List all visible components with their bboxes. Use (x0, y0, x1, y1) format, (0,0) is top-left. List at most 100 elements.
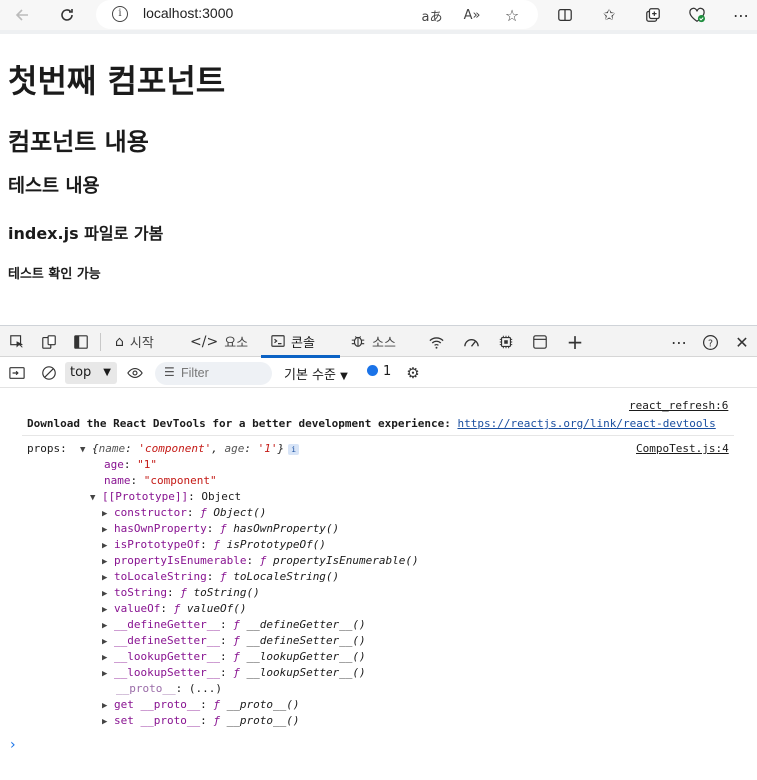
prototype-member[interactable]: ▶ constructor: ƒ Object() (102, 506, 266, 519)
expand-triangle-icon[interactable]: ▼ (80, 445, 92, 455)
close-devtools-icon[interactable]: ✕ (731, 331, 753, 353)
performance-gauge-icon[interactable] (460, 331, 482, 353)
translate-icon[interactable]: aあ (421, 4, 443, 26)
expand-triangle-icon[interactable]: ▶ (102, 669, 114, 679)
filter-input[interactable]: ☰ Filter (155, 362, 272, 385)
expand-triangle-icon[interactable]: ▶ (102, 653, 114, 663)
expand-triangle-icon[interactable]: ▶ (102, 589, 114, 599)
prop-age-key: age (104, 458, 124, 471)
prototype-member-fn: toLocaleString() (233, 570, 340, 583)
tab-sources[interactable]: 소스 (350, 326, 396, 357)
refresh-button[interactable] (55, 3, 79, 27)
expand-triangle-icon[interactable]: ▶ (102, 605, 114, 615)
expand-triangle-icon[interactable]: ▶ (102, 717, 114, 727)
function-glyph: ƒ (180, 586, 187, 599)
prototype-member[interactable]: ▶ valueOf: ƒ valueOf() (102, 602, 246, 615)
tab-welcome[interactable]: ⌂ 시작 (115, 326, 154, 357)
context-select-value: top (70, 365, 92, 380)
issues-counter[interactable]: 1 (367, 364, 391, 379)
dock-side-icon[interactable] (70, 331, 92, 353)
function-glyph: ƒ (233, 650, 240, 663)
expand-triangle-icon[interactable]: ▶ (102, 573, 114, 583)
site-info-icon[interactable]: i (112, 6, 128, 22)
favorite-star-icon[interactable]: ☆ (501, 4, 523, 26)
collections-icon[interactable] (641, 3, 665, 27)
console-prompt-chevron-icon[interactable]: › (10, 737, 16, 753)
props-log-line[interactable]: props: ▼ {name: 'component', age: '1'} i (27, 442, 300, 455)
tab-elements-label: 요소 (224, 336, 249, 351)
memory-chip-icon[interactable] (495, 331, 517, 353)
browser-essentials-icon[interactable] (685, 3, 709, 27)
info-icon[interactable]: i (288, 444, 300, 455)
prop-name-key: name (104, 474, 131, 487)
prototype-member[interactable]: ▶ hasOwnProperty: ƒ hasOwnProperty() (102, 522, 339, 535)
heading-4: index.js 파일로 가봄 (8, 224, 164, 243)
back-button[interactable] (10, 3, 34, 27)
prototype-node[interactable]: ▼ [[Prototype]]: Object (90, 490, 241, 503)
prototype-member-fn: toString() (193, 586, 260, 599)
network-wifi-icon[interactable] (425, 331, 447, 353)
expand-triangle-icon[interactable]: ▶ (102, 557, 114, 567)
device-emulation-icon[interactable] (38, 331, 60, 353)
props-label: props: (27, 442, 67, 455)
prototype-member[interactable]: ▶ toLocaleString: ƒ toLocaleString() (102, 570, 339, 583)
filter-placeholder: Filter (181, 366, 209, 380)
context-select[interactable]: top ▼ (65, 362, 117, 384)
expand-triangle-icon[interactable]: ▶ (102, 621, 114, 631)
devtools-url-link[interactable]: https://reactjs.org/link/react-devtools (457, 417, 715, 430)
issues-count: 1 (383, 364, 392, 379)
tab-elements[interactable]: </> 요소 (190, 326, 248, 357)
expand-triangle-icon[interactable]: ▶ (102, 541, 114, 551)
prototype-label: [[Prototype]] (102, 490, 189, 503)
heading-2: 컴포넌트 내용 (8, 128, 149, 156)
add-tab-icon[interactable]: + (564, 330, 586, 354)
issue-badge-icon (367, 365, 378, 376)
more-tools-icon[interactable]: ⋯ (668, 331, 690, 353)
log-levels-dropdown[interactable]: 기본 수준 ▼ (284, 364, 348, 383)
sidebar-toggle-icon[interactable] (6, 362, 28, 384)
get-proto[interactable]: ▶ get __proto__: ƒ __proto__() (102, 698, 299, 711)
props-summary-age-key: age (224, 442, 245, 455)
set-proto[interactable]: ▶ set __proto__: ƒ __proto__() (102, 714, 299, 727)
heading-1: 첫번째 컴포넌트 (8, 62, 226, 100)
props-summary-name-key: name (98, 442, 126, 455)
code-icon: </> (190, 333, 219, 350)
expand-triangle-icon[interactable]: ▶ (102, 637, 114, 647)
prototype-member[interactable]: ▶ __lookupGetter__: ƒ __lookupGetter__() (102, 650, 366, 663)
heading-5: 테스트 확인 가능 (8, 267, 101, 282)
console-settings-gear-icon[interactable]: ⚙ (402, 362, 424, 384)
read-aloud-glyph: A» (463, 7, 481, 23)
live-expression-eye-icon[interactable] (124, 362, 146, 384)
expand-triangle-icon[interactable]: ▶ (102, 701, 114, 711)
expand-triangle-icon[interactable]: ▶ (102, 509, 114, 519)
prototype-member[interactable]: ▶ __defineGetter__: ƒ __defineGetter__() (102, 618, 366, 631)
clear-console-icon[interactable] (38, 362, 60, 384)
prototype-member[interactable]: ▶ __lookupSetter__: ƒ __lookupSetter__() (102, 666, 366, 679)
prop-age-value: "1" (137, 458, 157, 471)
split-screen-icon[interactable] (553, 3, 577, 27)
page-content: 첫번째 컴포넌트 컴포넌트 내용 테스트 내용 index.js 파일로 가봄 … (0, 30, 757, 325)
refresh-source-link[interactable]: react_refresh:6 (629, 399, 728, 412)
address-url[interactable]: localhost:3000 (143, 5, 233, 21)
expand-triangle-icon[interactable]: ▶ (102, 525, 114, 535)
expand-triangle-icon[interactable]: ▼ (90, 493, 102, 503)
prototype-member[interactable]: ▶ isPrototypeOf: ƒ isPrototypeOf() (102, 538, 326, 551)
prototype-member[interactable]: ▶ toString: ƒ toString() (102, 586, 260, 599)
favorites-icon[interactable]: ✩ (597, 3, 621, 27)
function-glyph: ƒ (233, 666, 240, 679)
props-source-link[interactable]: CompoTest.js:4 (636, 442, 729, 455)
prototype-member[interactable]: ▶ __defineSetter__: ƒ __defineSetter__() (102, 634, 366, 647)
props-summary-close: } (277, 442, 285, 455)
read-aloud-icon[interactable]: A» (461, 4, 483, 26)
inspect-element-icon[interactable] (6, 331, 28, 353)
console-toolbar: top ▼ ☰ Filter 기본 수준 ▼ 1 ⚙ (0, 358, 757, 388)
more-menu-icon[interactable]: ⋯ (729, 3, 753, 27)
tab-console[interactable]: 콘솔 (261, 326, 340, 358)
proto-accessor[interactable]: __proto__: (...) (116, 682, 222, 695)
application-panel-icon[interactable] (529, 331, 551, 353)
help-icon[interactable]: ? (699, 331, 721, 353)
prototype-member[interactable]: ▶ propertyIsEnumerable: ƒ propertyIsEnume… (102, 554, 419, 567)
function-glyph: ƒ (173, 602, 181, 615)
prototype-member-key: valueOf (114, 602, 161, 615)
arrow-left-icon (15, 9, 28, 21)
